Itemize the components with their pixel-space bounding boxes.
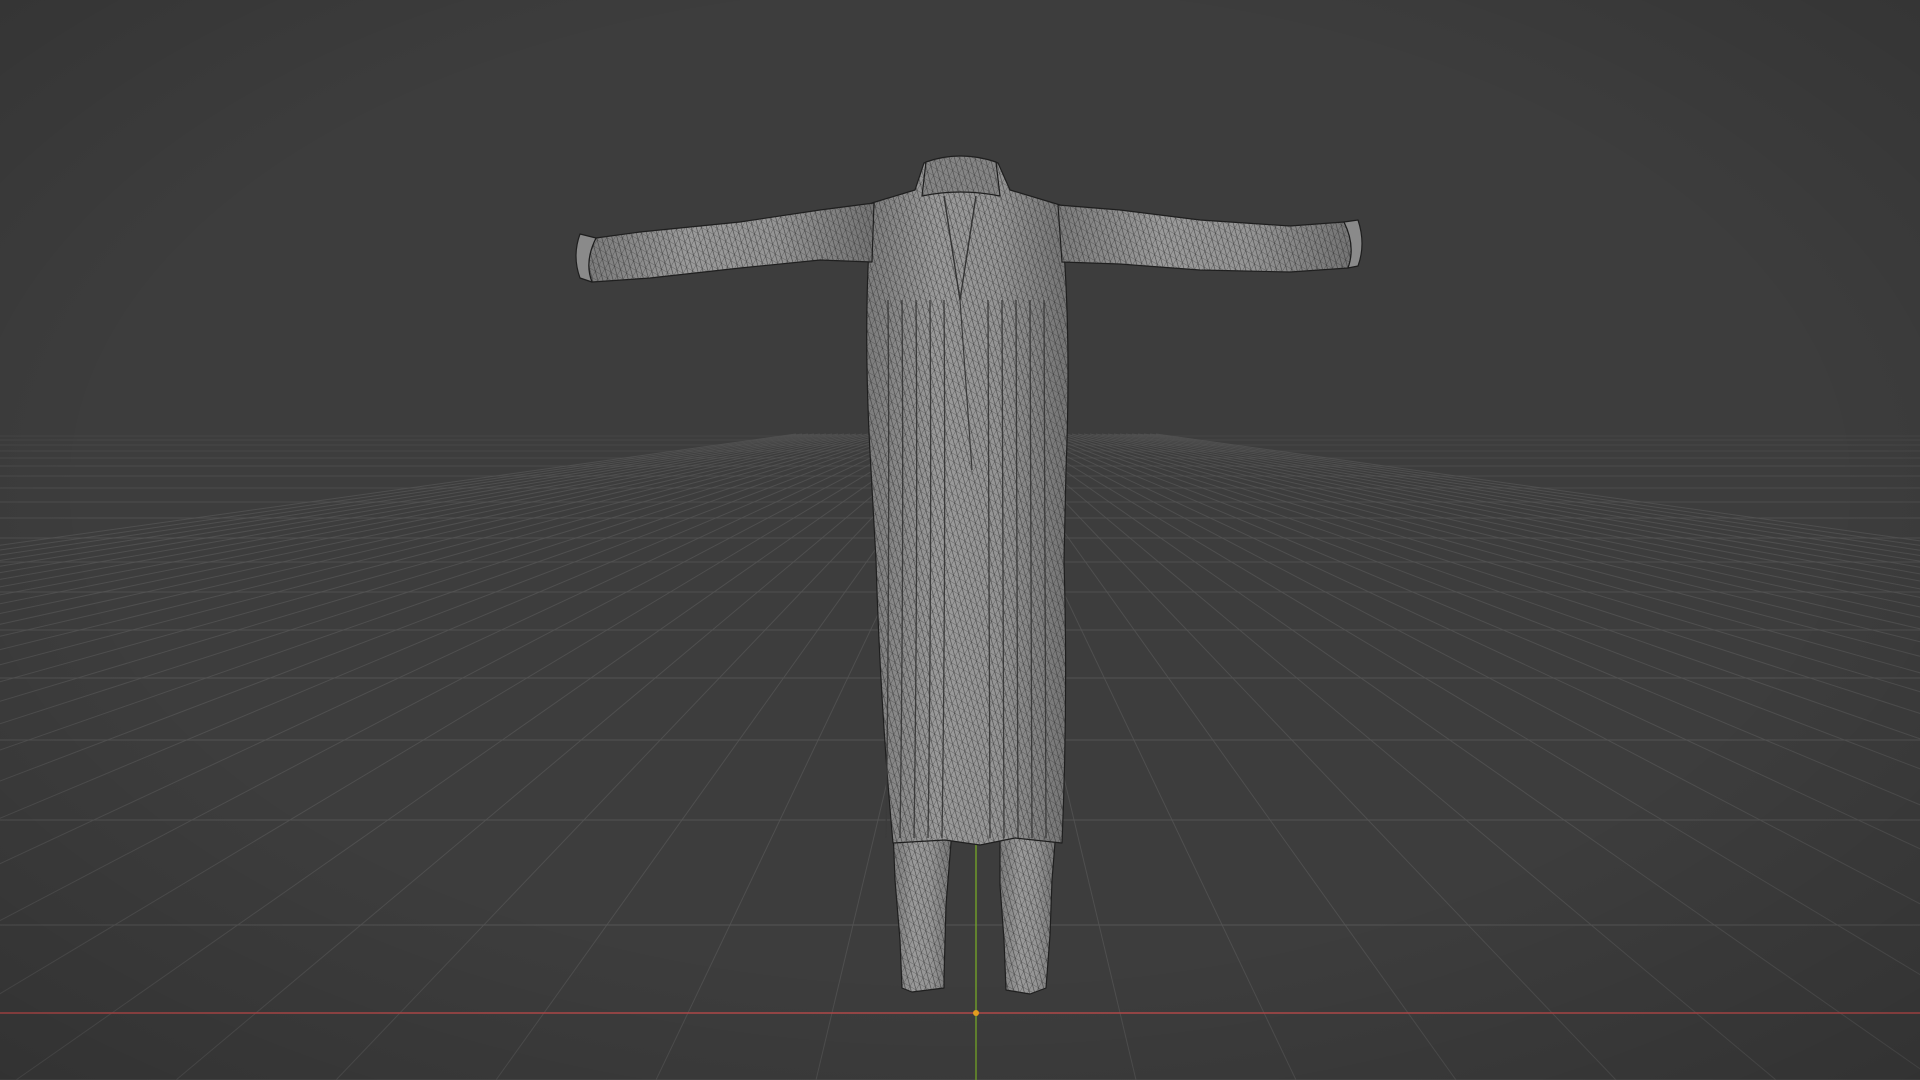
3d-viewport[interactable]: [0, 0, 1920, 1080]
viewport-vignette: [0, 0, 1920, 1080]
viewport-scene[interactable]: [0, 0, 1920, 1080]
